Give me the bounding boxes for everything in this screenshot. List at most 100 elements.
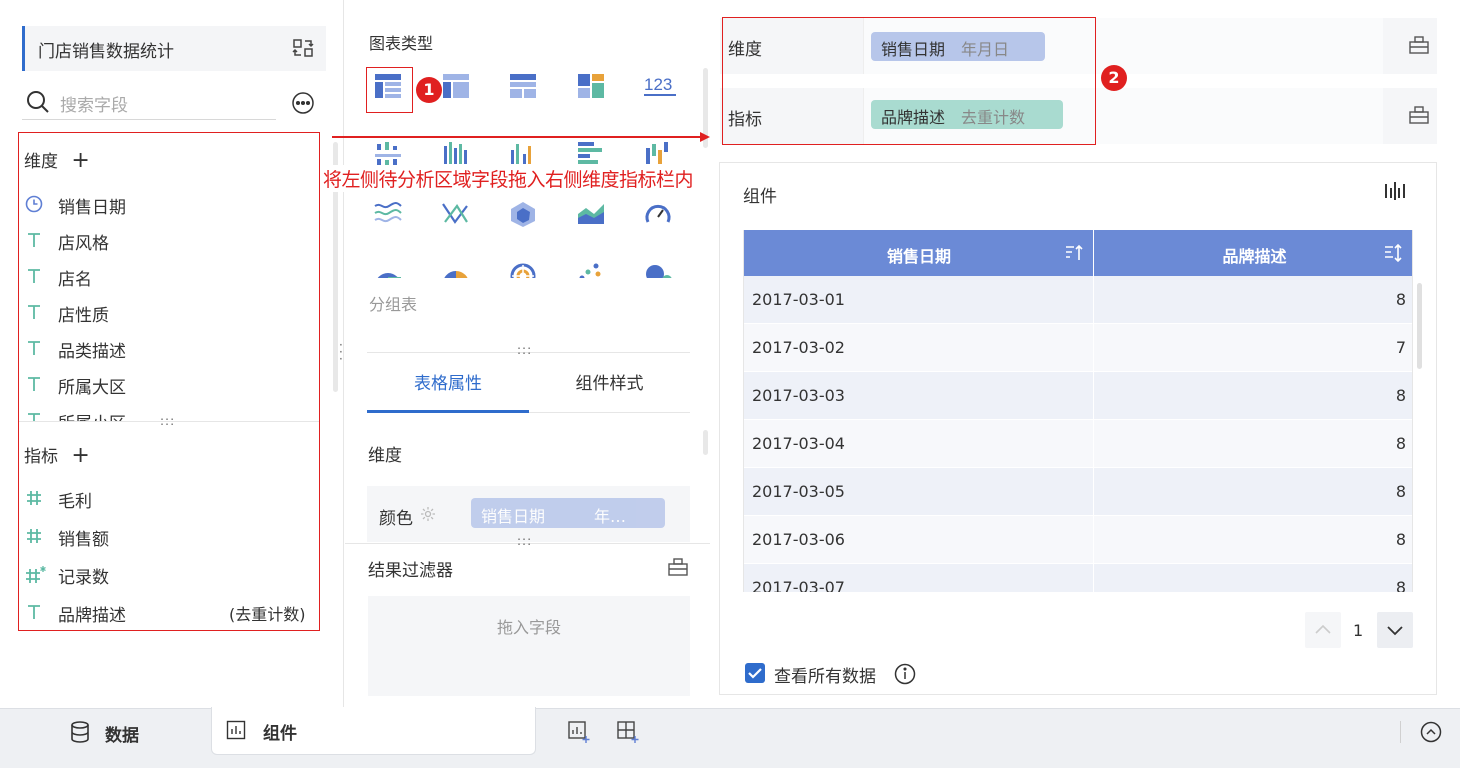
- annotation-badge-1: 1: [416, 77, 442, 103]
- filter-drop-zone[interactable]: 拖入字段: [368, 596, 690, 696]
- pie-chart-icon[interactable]: [441, 260, 477, 278]
- annotation-arrow: [332, 129, 712, 143]
- color-field-agg: 年…: [594, 507, 627, 526]
- annotation-box-charttype: [366, 67, 413, 113]
- cell-count-text: 8: [1395, 578, 1406, 592]
- cell-count-text: 8: [1395, 530, 1406, 549]
- cell-date: 2017-03-04: [744, 420, 1094, 468]
- add-dashboard-icon[interactable]: [616, 720, 640, 744]
- app-root: 门店销售数据统计 搜索字段 维度 + 销售日期 店风格 店名 店性质 品类描述 …: [0, 0, 1460, 768]
- chart-bar-icon: [226, 720, 246, 740]
- tab-component-style[interactable]: 组件样式: [529, 365, 690, 413]
- treemap-icon[interactable]: [576, 72, 612, 104]
- cell-date-text: 2017-03-02: [752, 338, 845, 357]
- table-header: 销售日期 品牌描述: [744, 230, 1412, 276]
- filter-settings-icon[interactable]: [667, 556, 689, 578]
- page-next-button[interactable]: [1377, 612, 1413, 648]
- radar-chart-icon[interactable]: [508, 200, 544, 232]
- header-cell-brand[interactable]: 品牌描述: [1095, 230, 1412, 276]
- tab-component[interactable]: 组件: [211, 707, 536, 755]
- color-field-name: 销售日期: [481, 507, 546, 526]
- cell-date-text: 2017-03-07: [752, 578, 845, 592]
- table-row[interactable]: 2017-03-04 8: [744, 420, 1412, 468]
- header-cell-date[interactable]: 销售日期: [744, 230, 1094, 276]
- cell-count-text: 8: [1395, 482, 1406, 501]
- crossing-line-icon[interactable]: [441, 200, 477, 232]
- detail-table-icon[interactable]: [508, 72, 544, 104]
- area-chart-icon[interactable]: [576, 200, 612, 232]
- half-pie-icon[interactable]: [373, 260, 409, 278]
- right-panel: 维度 销售日期 年月日 指标 品牌描述 去重计数 2 组件 销售日期 品牌描述 …: [712, 0, 1460, 708]
- table-row[interactable]: 2017-03-02 7: [744, 324, 1412, 372]
- tab-data[interactable]: 数据: [60, 709, 210, 755]
- collapse-up-icon[interactable]: [1420, 721, 1442, 743]
- bottom-divider: [1400, 721, 1401, 743]
- field-search[interactable]: 搜索字段: [22, 86, 276, 120]
- current-chart-type: 分组表: [369, 295, 418, 314]
- tab-data-label: 数据: [105, 726, 139, 746]
- drag-handle-mid[interactable]: :::: [517, 343, 541, 357]
- table-row[interactable]: 2017-03-07 8: [744, 564, 1412, 592]
- cell-date: 2017-03-02: [744, 324, 1094, 372]
- settings-gear-icon[interactable]: [420, 506, 436, 522]
- drag-handle-mid2[interactable]: :::: [517, 534, 541, 548]
- cell-date-text: 2017-03-06: [752, 530, 845, 549]
- cell-count-text: 8: [1395, 290, 1406, 309]
- chart-icon[interactable]: [1384, 180, 1406, 202]
- switch-dataset-icon[interactable]: [292, 37, 314, 59]
- cell-date-text: 2017-03-04: [752, 434, 845, 453]
- cell-date: 2017-03-05: [744, 468, 1094, 516]
- annotation-text: 将左侧待分析区域字段拖入右侧维度指标栏内: [323, 165, 694, 192]
- table-row[interactable]: 2017-03-01 8: [744, 276, 1412, 324]
- page-number: 1: [1353, 621, 1364, 640]
- view-all-label[interactable]: 查看所有数据: [774, 662, 876, 687]
- line-chart-icon[interactable]: [373, 200, 409, 232]
- rose-chart-icon[interactable]: [508, 260, 544, 278]
- add-component-icon[interactable]: [567, 720, 591, 744]
- cell-date-text: 2017-03-01: [752, 290, 845, 309]
- color-label: 颜色: [379, 509, 413, 529]
- dataset-title-bar[interactable]: 门店销售数据统计: [22, 26, 326, 71]
- cell-count-text: 8: [1395, 434, 1406, 453]
- bottom-bar: 数据 组件: [0, 707, 1460, 768]
- crosstab-icon[interactable]: [441, 72, 477, 104]
- header-brand-label: 品牌描述: [1222, 247, 1287, 266]
- cell-count-text: 8: [1395, 386, 1406, 405]
- table-row[interactable]: 2017-03-06 8: [744, 516, 1412, 564]
- tab-table-props[interactable]: 表格属性: [367, 365, 529, 413]
- database-icon: [70, 721, 90, 743]
- search-icon: [26, 90, 50, 114]
- cell-date: 2017-03-06: [744, 516, 1094, 564]
- annotation-badge-2: 2: [1101, 65, 1127, 91]
- dimension-settings-icon[interactable]: [1408, 34, 1430, 56]
- table-scrollbar[interactable]: [1417, 283, 1422, 369]
- more-options-icon[interactable]: [291, 91, 315, 115]
- color-field-chip[interactable]: 销售日期 年…: [471, 498, 665, 528]
- cell-date-text: 2017-03-05: [752, 482, 845, 501]
- scatter-chart-icon[interactable]: [576, 260, 612, 278]
- sort-asc-icon[interactable]: [1064, 243, 1084, 263]
- component-card: 组件 销售日期 品牌描述 2017-03-01 8 2017-03-02 7 2…: [719, 162, 1437, 695]
- page-prev-button[interactable]: [1305, 612, 1341, 648]
- annotation-box-left: [18, 132, 320, 631]
- search-input[interactable]: 搜索字段: [60, 91, 128, 116]
- table-row[interactable]: 2017-03-05 8: [744, 468, 1412, 516]
- cell-count-text: 7: [1395, 338, 1406, 357]
- gauge-icon[interactable]: [643, 200, 679, 232]
- cell-date: 2017-03-03: [744, 372, 1094, 420]
- info-icon[interactable]: [894, 663, 916, 685]
- props-scrollbar[interactable]: [703, 430, 708, 455]
- drop-placeholder: 拖入字段: [496, 618, 561, 637]
- tab-table-props-label: 表格属性: [414, 374, 482, 394]
- tab-component-style-label: 组件样式: [575, 374, 644, 394]
- metric-settings-icon[interactable]: [1408, 104, 1430, 126]
- svg-text:123: 123: [644, 75, 672, 94]
- table-row[interactable]: 2017-03-03 8: [744, 372, 1412, 420]
- cell-date: 2017-03-07: [744, 564, 1094, 592]
- view-all-checkbox[interactable]: [745, 663, 765, 683]
- kpi-number-icon[interactable]: 123: [643, 72, 679, 104]
- header-date-label: 销售日期: [886, 247, 951, 266]
- sort-both-icon[interactable]: [1383, 243, 1403, 263]
- cell-date-text: 2017-03-03: [752, 386, 845, 405]
- bubble-chart-icon[interactable]: [643, 260, 679, 278]
